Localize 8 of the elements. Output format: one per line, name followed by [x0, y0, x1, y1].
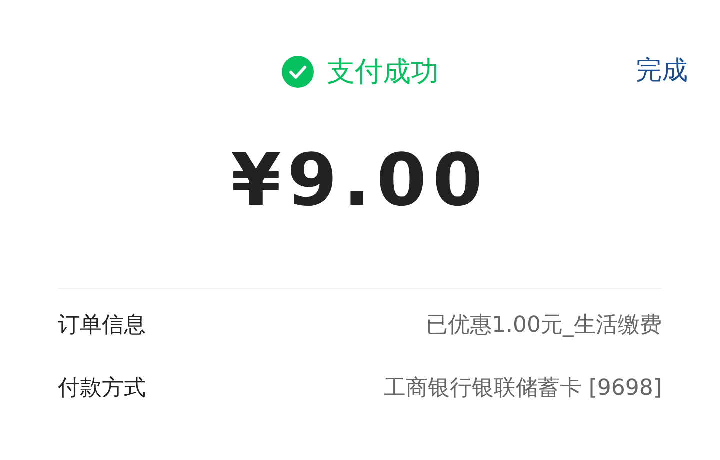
- amount: ¥9.00: [231, 144, 489, 216]
- detail-label: 订单信息: [58, 312, 146, 340]
- detail-label: 付款方式: [58, 375, 146, 403]
- detail-value: 工商银行银联储蓄卡 [9698]: [384, 375, 662, 403]
- detail-value: 已优惠1.00元_生活缴费: [426, 312, 662, 340]
- done-button[interactable]: 完成: [636, 52, 688, 91]
- payment-status: 支付成功: [327, 54, 439, 90]
- check-circle-icon: [281, 55, 315, 89]
